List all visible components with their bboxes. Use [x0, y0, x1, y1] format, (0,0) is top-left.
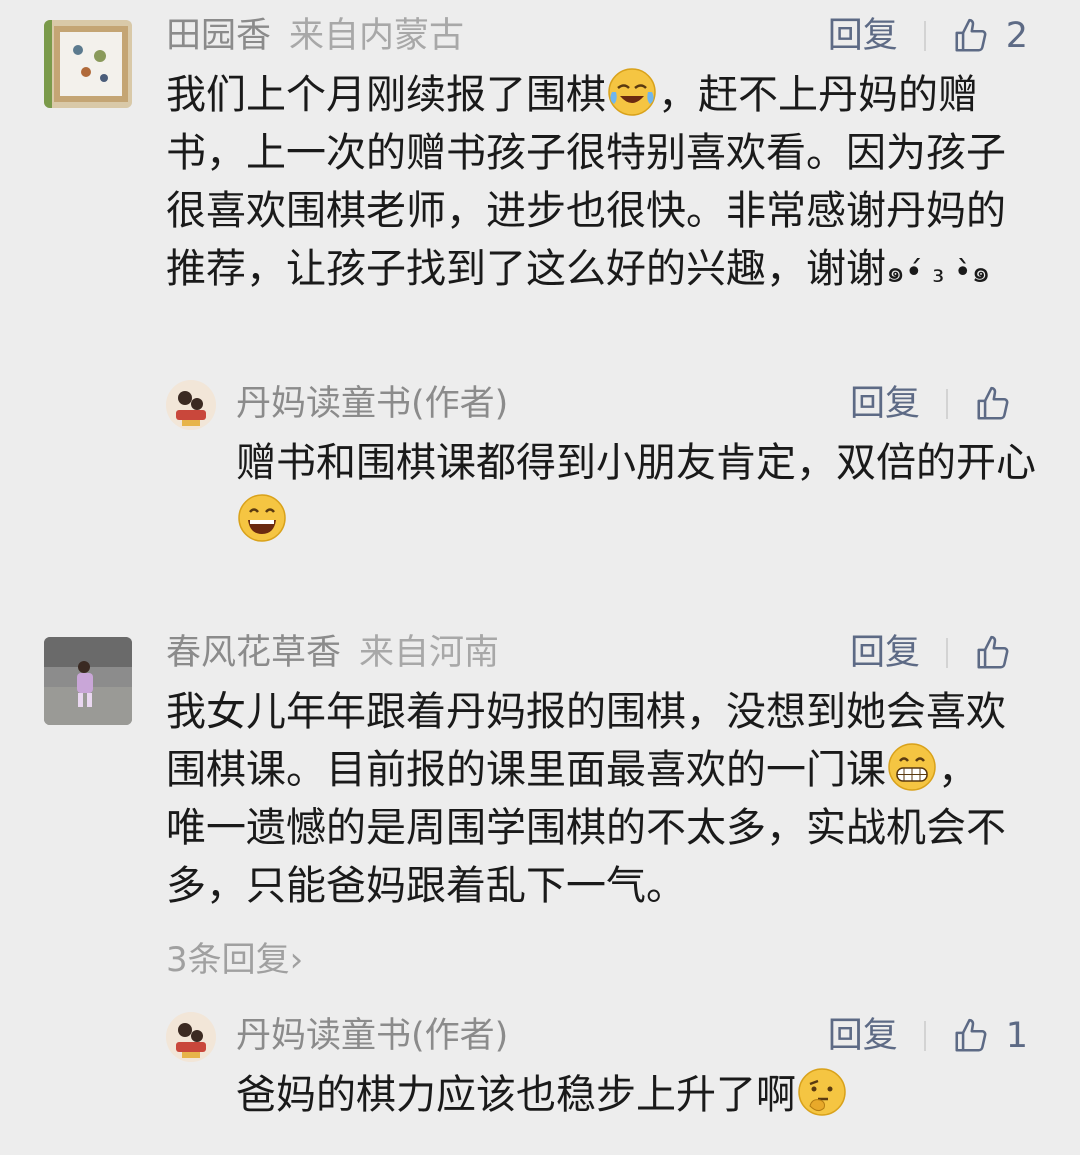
like-count: 2 — [1005, 16, 1028, 56]
more-replies-link[interactable]: 3条回复› — [166, 940, 303, 980]
reply-button[interactable]: 回复 — [828, 1016, 898, 1056]
author-avatar[interactable] — [166, 1012, 216, 1062]
like-button[interactable]: 1 — [952, 1016, 1028, 1056]
reply-button[interactable]: 回复 — [850, 633, 920, 673]
author-avatar[interactable] — [166, 380, 216, 430]
commenter-location: 来自河南 — [359, 633, 500, 673]
comment-text-part: 我们上个月刚续报了围棋 — [166, 72, 606, 118]
reply-text-content: 赠书和围棋课都得到小朋友肯定，双倍的开心 — [236, 440, 1036, 486]
author-name[interactable]: 丹妈读童书(作者) — [236, 1016, 508, 1056]
thumbs-up-icon — [977, 635, 1009, 669]
grinning-emoji — [238, 494, 286, 542]
comment-text: 我们上个月刚续报了围棋 ，赶不上丹妈的赠书，上一次的赠书孩子很特别喜欢看。因为孩… — [166, 66, 1016, 302]
reply-actions: 回复 — [850, 384, 1028, 424]
divider — [923, 21, 926, 51]
like-count: 1 — [1005, 1016, 1028, 1056]
thumbs-up-icon — [955, 18, 987, 52]
reply-text: 赠书和围棋课都得到小朋友肯定，双倍的开心 — [236, 434, 1036, 550]
reply-text: 爸妈的棋力应该也稳步上升了啊 — [236, 1066, 1036, 1124]
commenter-name[interactable]: 田园香 — [166, 16, 271, 56]
tears-of-joy-emoji — [608, 68, 656, 116]
comment-actions: 回复 2 — [828, 16, 1028, 56]
thumbs-up-icon — [977, 386, 1009, 420]
thinking-emoji — [798, 1068, 846, 1116]
commenter-name[interactable]: 春风花草香 — [166, 633, 341, 673]
kaomoji: ๑•́ ₃ •̀๑ — [886, 255, 991, 290]
like-button[interactable]: 2 — [952, 16, 1028, 56]
avatar[interactable] — [44, 20, 132, 108]
divider — [923, 1021, 926, 1051]
divider — [946, 389, 948, 419]
like-button[interactable] — [974, 385, 1028, 423]
avatar[interactable] — [44, 637, 132, 725]
commenter-name-line: 田园香 来自内蒙古 — [166, 16, 464, 56]
reply-button[interactable]: 回复 — [850, 384, 920, 424]
like-button[interactable] — [974, 634, 1028, 672]
divider — [946, 638, 948, 668]
commenter-location: 来自内蒙古 — [289, 16, 465, 56]
comment-actions: 回复 — [850, 633, 1028, 673]
grimacing-emoji — [888, 743, 936, 791]
thumbs-up-icon — [955, 1018, 987, 1052]
commenter-name-line: 春风花草香 来自河南 — [166, 633, 499, 673]
author-name[interactable]: 丹妈读童书(作者) — [236, 384, 508, 424]
reply-button[interactable]: 回复 — [828, 16, 898, 56]
comment-text-part: 我女儿年年跟着丹妈报的围棋，没想到她会喜欢围棋课。目前报的课里面最喜欢的一门课 — [166, 689, 1006, 793]
reply-actions: 回复 1 — [828, 1016, 1028, 1056]
comment-text: 我女儿年年跟着丹妈报的围棋，没想到她会喜欢围棋课。目前报的课里面最喜欢的一门课 … — [166, 683, 1016, 915]
reply-text-content: 爸妈的棋力应该也稳步上升了啊 — [236, 1072, 796, 1118]
